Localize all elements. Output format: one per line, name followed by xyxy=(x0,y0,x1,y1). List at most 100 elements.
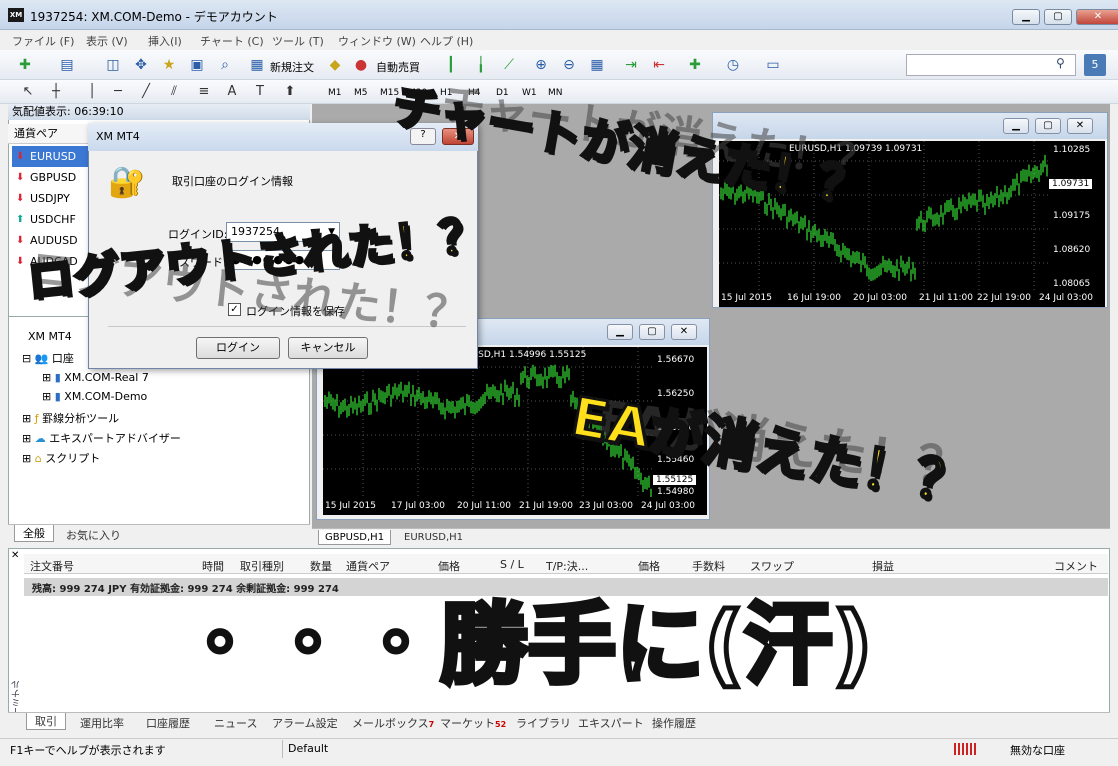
col-comment[interactable]: コメント xyxy=(1054,558,1098,574)
tab-market[interactable]: マーケット52 xyxy=(440,715,506,731)
chart-tab-gbpusd[interactable]: GBPUSD,H1 xyxy=(318,530,392,545)
nav-root[interactable]: XM MT4 xyxy=(28,330,72,343)
chart-close-button[interactable]: ✕ xyxy=(671,324,697,340)
tab-common[interactable]: 全般 xyxy=(14,525,54,542)
symbol-row[interactable]: ⬇ EURUSD xyxy=(12,146,90,167)
col-swap[interactable]: スワップ xyxy=(750,558,794,574)
zoom-in-icon[interactable]: ⊕ xyxy=(530,54,552,76)
padlock-key-icon: 🔐 xyxy=(108,165,146,200)
tab-alerts[interactable]: アラーム設定 xyxy=(272,715,338,731)
vertical-line-icon[interactable]: │ xyxy=(82,83,102,101)
nav-account-real[interactable]: ⊞ ▮ XM.COM-Real 7 xyxy=(42,371,149,384)
arrows-icon[interactable]: ⬆ xyxy=(280,83,300,101)
col-price-current[interactable]: 価格 xyxy=(638,558,660,574)
tf-m5[interactable]: M5 xyxy=(354,88,368,98)
tile-windows-icon[interactable]: ▦ xyxy=(586,54,608,76)
strategy-tester-icon[interactable]: ⌕ xyxy=(214,54,236,76)
search-icon[interactable]: ⚲ xyxy=(1056,56,1065,70)
col-sl[interactable]: S / L xyxy=(500,558,524,571)
menu-view[interactable]: 表示 (V) xyxy=(86,33,128,49)
metaeditor-icon[interactable]: ◆ xyxy=(324,54,346,76)
tab-journal[interactable]: 操作履歴 xyxy=(652,715,696,731)
menu-insert[interactable]: 挿入(I) xyxy=(148,33,182,49)
price-tick: 1.09175 xyxy=(1053,211,1091,221)
chart-maximize-button[interactable]: ▢ xyxy=(639,324,665,340)
tab-account-history[interactable]: 口座履歴 xyxy=(146,715,190,731)
zoom-out-icon[interactable]: ⊖ xyxy=(558,54,580,76)
menu-tools[interactable]: ツール (T) xyxy=(272,33,324,49)
chart-minimize-button[interactable]: ▁ xyxy=(607,324,633,340)
nav-experts[interactable]: ⊞ ☁ エキスパートアドバイザー xyxy=(22,430,181,446)
chart-shift-icon[interactable]: ⇤ xyxy=(648,54,670,76)
chart-close-button[interactable]: ✕ xyxy=(1067,118,1093,134)
auto-scroll-icon[interactable]: ⇥ xyxy=(620,54,642,76)
equidistant-channel-icon[interactable]: ⫽ xyxy=(164,83,184,101)
crosshair-icon[interactable]: ┼ xyxy=(46,83,66,101)
nav-accounts[interactable]: ⊟ 👥 口座 xyxy=(22,350,74,366)
profiles-icon[interactable]: ▤ xyxy=(56,54,78,76)
fibonacci-icon[interactable]: ≡ xyxy=(194,83,214,101)
time-tick: 22 Jul 19:00 xyxy=(977,293,1031,303)
new-order-icon[interactable]: ▦ xyxy=(246,54,268,76)
tab-trade[interactable]: 取引 xyxy=(26,713,66,730)
chart-maximize-button[interactable]: ▢ xyxy=(1035,118,1061,134)
chart-minimize-button[interactable]: ▁ xyxy=(1003,118,1029,134)
nav-scripts[interactable]: ⊞ ⌂ スクリプト xyxy=(22,450,100,466)
indicators-icon[interactable]: ✚ xyxy=(684,54,706,76)
maximize-button[interactable]: ▢ xyxy=(1044,9,1072,25)
new-chart-icon[interactable]: ✚ xyxy=(14,54,36,76)
price-tick: 1.54980 xyxy=(657,487,695,497)
chart-tab-eurusd[interactable]: EURUSD,H1 xyxy=(398,530,469,545)
tab-mailbox[interactable]: メールボックス7 xyxy=(352,715,434,731)
market-watch-icon[interactable]: ◫ xyxy=(102,54,124,76)
templates-icon[interactable]: ▭ xyxy=(762,54,784,76)
price-tick: 1.08065 xyxy=(1053,279,1091,289)
col-tp[interactable]: T/P:決... xyxy=(546,558,588,574)
symbol-row[interactable]: ⬆ USDCHF xyxy=(12,209,90,230)
col-price[interactable]: 価格 xyxy=(438,558,460,574)
login-button[interactable]: ログイン xyxy=(196,337,280,359)
tf-m1[interactable]: M1 xyxy=(328,88,342,98)
navigator-icon[interactable]: ★ xyxy=(158,54,180,76)
col-type[interactable]: 取引種別 xyxy=(240,558,284,574)
close-button[interactable]: ✕ xyxy=(1076,9,1118,25)
current-price-label: 1.09731 xyxy=(1049,179,1093,189)
menu-help[interactable]: ヘルプ (H) xyxy=(420,33,473,49)
line-chart-icon[interactable]: ⟋ xyxy=(498,54,520,76)
tab-favorites[interactable]: お気に入り xyxy=(66,527,121,543)
community-icon[interactable]: 5 xyxy=(1084,54,1106,76)
symbol-row[interactable]: ⬇ GBPUSD xyxy=(12,167,90,188)
col-profit[interactable]: 損益 xyxy=(872,558,894,574)
menu-window[interactable]: ウィンドウ (W) xyxy=(338,33,416,49)
nav-account-demo[interactable]: ⊞ ▮ XM.COM-Demo xyxy=(42,390,147,403)
auto-trade-icon[interactable]: ● xyxy=(350,54,372,76)
trendline-icon[interactable]: ╱ xyxy=(136,83,156,101)
nav-indicators[interactable]: ⊞ ƒ 罫線分析ツール xyxy=(22,410,119,426)
tab-experts[interactable]: エキスパート xyxy=(578,715,644,731)
cancel-button[interactable]: キャンセル xyxy=(288,337,368,359)
periods-icon[interactable]: ◷ xyxy=(722,54,744,76)
terminal-close-icon[interactable]: ✕ xyxy=(11,550,19,561)
horizontal-line-icon[interactable]: ─ xyxy=(108,83,128,101)
cursor-icon[interactable]: ↖ xyxy=(18,83,38,101)
minimize-button[interactable]: ▁ xyxy=(1012,9,1040,25)
tab-library[interactable]: ライブラリ xyxy=(516,715,571,731)
new-order-button[interactable]: 新規注文 xyxy=(270,59,314,75)
search-input[interactable] xyxy=(906,54,1076,76)
text-icon[interactable]: A xyxy=(222,83,242,101)
menu-file[interactable]: ファイル (F) xyxy=(12,33,74,49)
terminal-icon[interactable]: ▣ xyxy=(186,54,208,76)
price-tick: 1.56670 xyxy=(657,355,695,365)
tab-exposure[interactable]: 運用比率 xyxy=(80,715,124,731)
tab-news[interactable]: ニュース xyxy=(214,715,257,731)
col-commission[interactable]: 手数料 xyxy=(692,558,725,574)
col-time[interactable]: 時間 xyxy=(202,558,224,574)
text-label-icon[interactable]: T xyxy=(250,83,270,101)
col-symbol[interactable]: 通貨ペア xyxy=(346,558,390,574)
menu-chart[interactable]: チャート (C) xyxy=(200,33,264,49)
status-connection[interactable]: 無効な口座 xyxy=(1010,742,1065,758)
symbol-row[interactable]: ⬇ USDJPY xyxy=(12,188,90,209)
col-order[interactable]: 注文番号 xyxy=(30,558,74,574)
data-window-icon[interactable]: ✥ xyxy=(130,54,152,76)
col-size[interactable]: 数量 xyxy=(310,558,332,574)
